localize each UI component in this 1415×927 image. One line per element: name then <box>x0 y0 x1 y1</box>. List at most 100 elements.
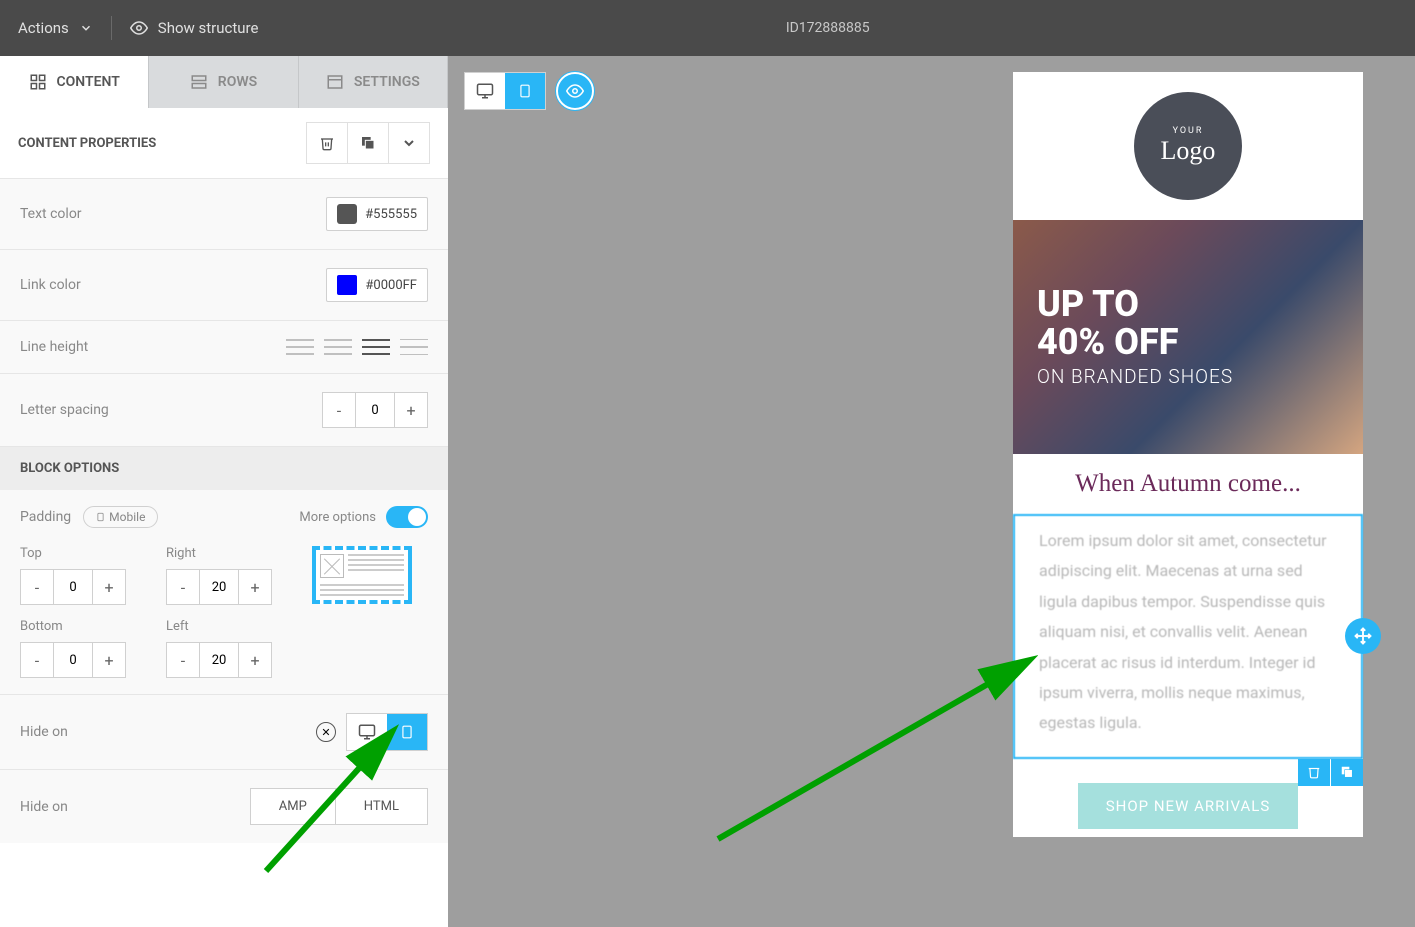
panel-header: CONTENT PROPERTIES <box>0 108 448 179</box>
letter-spacing-row: Letter spacing - + <box>0 374 448 447</box>
tabs: CONTENT ROWS SETTINGS <box>0 56 448 108</box>
padding-top-input[interactable] <box>53 570 93 604</box>
text-color-row: Text color #555555 <box>0 179 448 250</box>
title-text: When Autumn come... <box>1033 470 1343 498</box>
plus-button[interactable]: + <box>93 570 125 604</box>
padding-top-label: Top <box>20 546 126 561</box>
move-handle[interactable] <box>1345 618 1381 654</box>
padding-bottom-stepper[interactable]: -+ <box>20 642 126 678</box>
letter-spacing-label: Letter spacing <box>20 402 109 418</box>
logo-icon: YOUR Logo <box>1134 92 1242 200</box>
letter-spacing-stepper[interactable]: - + <box>322 392 428 428</box>
letter-spacing-input[interactable] <box>355 393 395 427</box>
email-preview: YOUR Logo UP TO40% OFF ON BRANDED SHOES … <box>1013 72 1363 837</box>
show-structure-toggle[interactable]: Show structure <box>130 19 259 37</box>
link-color-picker[interactable]: #0000FF <box>326 268 428 302</box>
cta-button[interactable]: SHOP NEW ARRIVALS <box>1078 783 1299 829</box>
padding-bottom-input[interactable] <box>53 643 93 677</box>
lh-loose[interactable] <box>400 339 428 355</box>
settings-icon <box>326 73 344 91</box>
padding-right-stepper[interactable]: -+ <box>166 569 272 605</box>
canvas-mobile-button[interactable] <box>505 73 545 109</box>
title-block[interactable]: When Autumn come... <box>1013 454 1363 514</box>
padding-label: Padding <box>20 509 71 525</box>
hide-on-label2: Hide on <box>20 799 68 815</box>
padding-bottom-label: Bottom <box>20 619 126 634</box>
block-copy-button[interactable] <box>1331 759 1363 786</box>
plus-button[interactable]: + <box>395 393 427 427</box>
padding-top-stepper[interactable]: -+ <box>20 569 126 605</box>
delete-button[interactable] <box>306 122 348 164</box>
hide-on-label: Hide on <box>20 724 68 740</box>
text-block-selected[interactable]: Lorem ipsum dolor sit amet, consectetur … <box>1013 514 1363 759</box>
panel-title: CONTENT PROPERTIES <box>18 136 156 151</box>
mobile-icon <box>96 511 105 523</box>
eye-icon <box>130 19 148 37</box>
tab-content[interactable]: CONTENT <box>0 56 149 108</box>
canvas: YOUR Logo UP TO40% OFF ON BRANDED SHOES … <box>448 56 1415 927</box>
plus-button[interactable]: + <box>239 643 271 677</box>
plus-button[interactable]: + <box>239 570 271 604</box>
preview-button[interactable] <box>556 72 594 110</box>
line-height-label: Line height <box>20 339 88 355</box>
padding-section: Padding Mobile More options Top -+ <box>0 490 448 694</box>
lh-medium[interactable] <box>362 339 390 355</box>
hero-block[interactable]: UP TO40% OFF ON BRANDED SHOES <box>1013 220 1363 454</box>
padding-left-input[interactable] <box>199 643 239 677</box>
lh-normal[interactable] <box>324 339 352 355</box>
amp-button[interactable]: AMP <box>251 789 336 824</box>
link-color-value: #0000FF <box>365 278 417 293</box>
padding-left-label: Left <box>166 619 272 634</box>
plus-button[interactable]: + <box>93 643 125 677</box>
eye-icon <box>566 82 584 100</box>
tab-rows[interactable]: ROWS <box>149 56 298 108</box>
clear-hide-button[interactable]: ✕ <box>316 722 336 742</box>
text-color-picker[interactable]: #555555 <box>326 197 428 231</box>
logo-block[interactable]: YOUR Logo <box>1013 72 1363 220</box>
text-color-value: #555555 <box>365 207 417 222</box>
mobile-icon <box>400 723 414 741</box>
text-color-label: Text color <box>20 206 82 222</box>
padding-right-label: Right <box>166 546 272 561</box>
block-delete-button[interactable] <box>1298 759 1330 786</box>
color-swatch <box>337 204 357 224</box>
mobile-chip[interactable]: Mobile <box>83 506 158 528</box>
rows-icon <box>190 73 208 91</box>
hero-subhead: ON BRANDED SHOES <box>1037 365 1233 388</box>
collapse-button[interactable] <box>388 122 430 164</box>
actions-label: Actions <box>18 19 69 37</box>
minus-button[interactable]: - <box>167 643 199 677</box>
padding-right-input[interactable] <box>199 570 239 604</box>
hide-on-device-row: Hide on ✕ <box>0 694 448 769</box>
grid-icon <box>29 73 47 91</box>
duplicate-button[interactable] <box>347 122 389 164</box>
minus-button[interactable]: - <box>323 393 355 427</box>
trash-icon <box>319 135 335 151</box>
desktop-icon <box>358 723 376 741</box>
divider <box>111 16 112 40</box>
copy-icon <box>360 135 376 151</box>
tab-settings[interactable]: SETTINGS <box>299 56 448 108</box>
chevron-down-icon <box>79 21 93 35</box>
hide-on-format-row: Hide on AMP HTML <box>0 769 448 843</box>
canvas-desktop-button[interactable] <box>465 73 505 109</box>
more-options-toggle[interactable] <box>386 506 428 528</box>
more-options-label: More options <box>299 510 376 525</box>
padding-preview <box>312 546 412 604</box>
padding-left-stepper[interactable]: -+ <box>166 642 272 678</box>
hide-mobile-button[interactable] <box>387 714 427 750</box>
link-color-row: Link color #0000FF <box>0 250 448 321</box>
link-color-label: Link color <box>20 277 81 293</box>
minus-button[interactable]: - <box>21 643 53 677</box>
minus-button[interactable]: - <box>167 570 199 604</box>
hero-headline: UP TO40% OFF <box>1037 286 1233 362</box>
color-swatch <box>337 275 357 295</box>
hide-desktop-button[interactable] <box>347 714 387 750</box>
line-height-row: Line height <box>0 321 448 374</box>
actions-menu[interactable]: Actions <box>18 19 93 37</box>
minus-button[interactable]: - <box>21 570 53 604</box>
chevron-down-icon <box>401 135 417 151</box>
lh-tight[interactable] <box>286 339 314 355</box>
html-button[interactable]: HTML <box>336 789 427 824</box>
sidebar: CONTENT ROWS SETTINGS CONTENT PROPERTIES… <box>0 56 448 927</box>
